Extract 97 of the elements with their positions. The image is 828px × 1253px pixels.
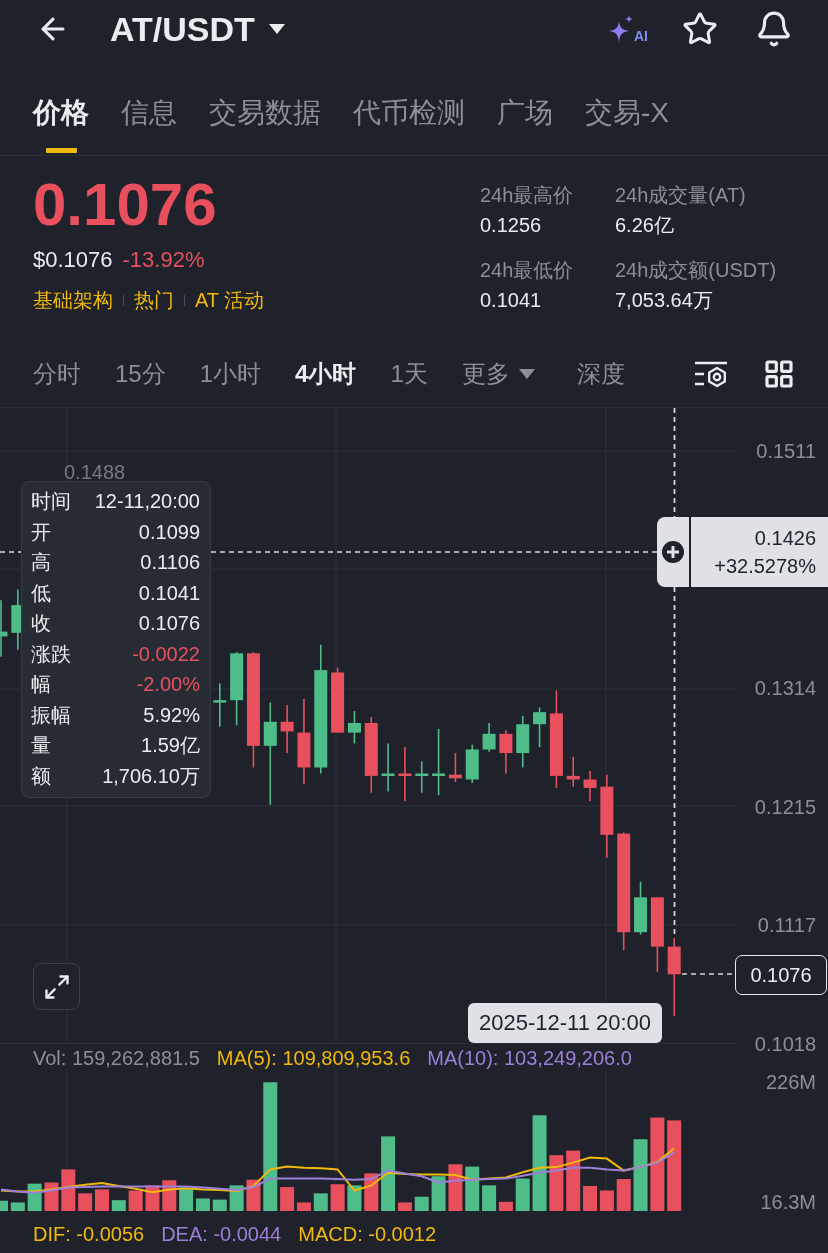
- interval-tab[interactable]: 1小时: [199, 358, 262, 389]
- candlestick: [213, 682, 227, 728]
- candlestick: [533, 706, 547, 748]
- tab[interactable]: 广场: [497, 96, 553, 155]
- category-tag[interactable]: AT 活动: [195, 286, 265, 314]
- tab[interactable]: 信息: [121, 96, 177, 155]
- candlestick: [398, 746, 412, 802]
- candlestick: [0, 599, 8, 658]
- info-label: 收: [31, 611, 51, 636]
- volume-legend: MA(10): 103,249,206.0: [427, 1044, 632, 1072]
- candlestick: [465, 743, 479, 784]
- info-label: 开: [31, 519, 51, 545]
- caret-icon: [268, 24, 285, 34]
- caret-icon: [518, 368, 535, 379]
- plus-icon: [662, 541, 684, 563]
- volume-axis-label: 16.3M: [760, 1190, 816, 1213]
- candlestick: [634, 880, 648, 936]
- candlestick: [448, 752, 462, 783]
- stat-value: 7,053.64万: [615, 288, 714, 313]
- price-axis-label: 0.1215: [754, 796, 816, 819]
- fullscreen-button[interactable]: [33, 963, 80, 1010]
- info-value: 0.1106: [140, 550, 200, 575]
- tab[interactable]: 代币检测: [353, 96, 465, 155]
- candlestick: [381, 742, 395, 793]
- bell-icon: [755, 10, 793, 48]
- info-label: 高: [31, 550, 51, 575]
- candlestick: [331, 666, 345, 734]
- tab[interactable]: 交易-X: [585, 96, 669, 155]
- interval-tab[interactable]: 1天: [390, 358, 428, 389]
- tab[interactable]: 交易数据: [209, 96, 321, 155]
- crosshair-change: +32.5278%: [714, 554, 816, 579]
- macd-legend: MACD: -0.0012: [298, 1220, 437, 1248]
- expand-icon: [42, 972, 71, 1001]
- info-value: 0.1076: [138, 611, 200, 636]
- star-icon: [682, 11, 718, 47]
- grid-icon[interactable]: [763, 357, 795, 390]
- interval-tab[interactable]: 分时: [33, 358, 81, 389]
- high-price-label: 0.1488: [64, 462, 126, 482]
- info-value: 0.1041: [138, 580, 200, 606]
- info-value: 1.59亿: [141, 733, 200, 758]
- info-label: 低: [31, 580, 51, 606]
- info-label: 幅: [31, 672, 51, 697]
- candlestick: [583, 770, 597, 802]
- tab[interactable]: 价格: [33, 96, 89, 155]
- sparkle-icon: [608, 15, 634, 43]
- candlestick: [280, 704, 294, 754]
- info-label: 额: [31, 763, 51, 789]
- info-value: -0.0022: [132, 641, 200, 667]
- pair-selector[interactable]: AT/USDT: [110, 9, 285, 49]
- ai-button[interactable]: AI: [608, 15, 648, 43]
- info-value: 1,706.10万: [102, 763, 200, 789]
- info-label: 涨跌: [31, 641, 71, 667]
- stat-label: 24h最高价: [480, 183, 575, 208]
- category-tag[interactable]: 基础架构: [33, 286, 113, 314]
- interval-tab[interactable]: 15分: [115, 358, 166, 389]
- category-tag[interactable]: 热门: [134, 286, 174, 314]
- notification-button[interactable]: [755, 10, 793, 48]
- stat-label: 24h成交量(AT): [615, 183, 747, 208]
- price-axis-label: 0.1314: [754, 677, 816, 700]
- price-axis-label: 0.1511: [756, 440, 816, 463]
- stat-value: 0.1041: [480, 288, 543, 313]
- info-label: 振幅: [31, 702, 71, 728]
- candlestick: [566, 755, 580, 788]
- volume-legend: MA(5): 109,809,953.6: [216, 1044, 411, 1072]
- info-value: 5.92%: [143, 702, 200, 728]
- info-value: 0.1099: [138, 519, 200, 545]
- candlestick: [432, 728, 446, 796]
- candlestick: [516, 715, 530, 769]
- price-change: -13.92%: [122, 246, 205, 274]
- price-axis-label: 0.1018: [754, 1033, 816, 1055]
- stat-value: 0.1256: [480, 213, 543, 238]
- stat-label: 24h成交额(USDT): [615, 258, 777, 283]
- volume-legend: Vol: 159,262,881.5: [33, 1044, 200, 1072]
- candlestick: [499, 729, 513, 775]
- interval-tab[interactable]: 深度: [576, 358, 625, 389]
- candlestick: [415, 760, 429, 794]
- last-price-tag: 0.1076: [735, 955, 827, 995]
- last-price: 0.1076: [33, 175, 218, 235]
- info-label: 时间: [31, 489, 71, 514]
- more-menu-button[interactable]: 更多: [461, 358, 535, 389]
- favorite-button[interactable]: [682, 11, 718, 47]
- interval-tab[interactable]: 4小时: [295, 358, 357, 389]
- candlestick: [347, 710, 361, 745]
- stat-value: 6.26亿: [615, 213, 675, 238]
- info-value: -2.00%: [136, 672, 200, 697]
- usd-price: $0.1076: [33, 246, 113, 274]
- crosshair-price: 0.1426: [754, 526, 816, 551]
- info-value: 12-11,20:00: [94, 489, 200, 514]
- crosshair-time: 2025-12-11 20:00: [468, 1003, 663, 1043]
- volume-axis-label: 226M: [765, 1071, 816, 1094]
- macd-legend: DIF: -0.0056: [33, 1220, 145, 1248]
- price-axis-label: 0.1117: [757, 914, 816, 936]
- stat-label: 24h最低价: [480, 258, 575, 283]
- candlestick: [482, 722, 496, 753]
- info-label: 量: [31, 733, 51, 758]
- chart-settings-icon[interactable]: [694, 359, 728, 388]
- macd-legend: DEA: -0.0044: [161, 1220, 282, 1248]
